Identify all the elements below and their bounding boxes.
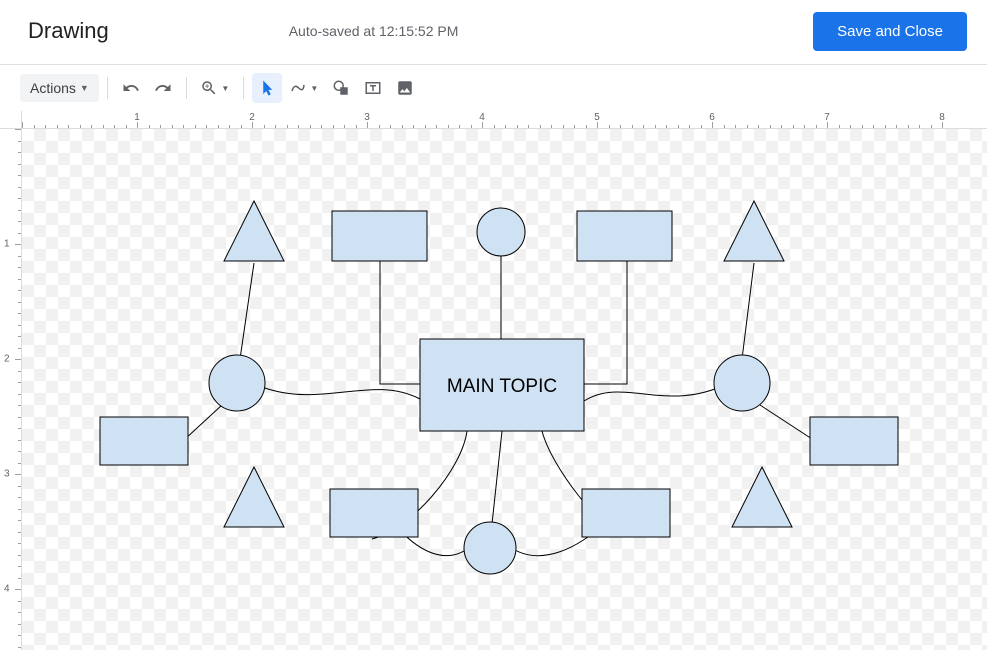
workspace: 1 2 3 4 <box>0 129 987 650</box>
ruler-v-label: 2 <box>4 354 10 365</box>
rect-shape[interactable] <box>100 417 188 465</box>
rect-shape[interactable] <box>577 211 672 261</box>
caret-down-icon: ▼ <box>80 83 89 93</box>
undo-icon <box>122 79 140 97</box>
rect-shape[interactable] <box>330 489 418 537</box>
ruler-horizontal: 1 2 3 4 5 6 7 8 <box>22 111 987 129</box>
textbox-tool-button[interactable] <box>358 73 388 103</box>
save-and-close-button[interactable]: Save and Close <box>813 12 967 51</box>
ruler-h-label: 6 <box>709 112 715 123</box>
caret-down-icon: ▼ <box>221 84 229 93</box>
textbox-icon <box>364 79 382 97</box>
rect-shape[interactable] <box>810 417 898 465</box>
ruler-h-label: 8 <box>939 112 945 123</box>
header: Drawing Auto-saved at 12:15:52 PM Save a… <box>0 0 987 65</box>
triangle-shape[interactable] <box>224 467 284 527</box>
ruler-h-label: 1 <box>134 112 140 123</box>
redo-icon <box>154 79 172 97</box>
ruler-horizontal-container: 1 2 3 4 5 6 7 8 <box>0 111 987 129</box>
shapes: MAIN TOPIC <box>100 201 898 574</box>
shape-icon <box>332 79 350 97</box>
triangle-shape[interactable] <box>224 201 284 261</box>
ruler-v-label: 3 <box>4 469 10 480</box>
image-tool-button[interactable] <box>390 73 420 103</box>
ruler-h-label: 4 <box>479 112 485 123</box>
ruler-h-label: 7 <box>824 112 830 123</box>
shape-tool-button[interactable] <box>326 73 356 103</box>
ruler-v-label: 4 <box>4 584 10 595</box>
autosave-status: Auto-saved at 12:15:52 PM <box>289 23 459 39</box>
ruler-vertical: 1 2 3 4 <box>0 129 22 650</box>
drawing-canvas[interactable]: MAIN TOPIC <box>22 129 987 650</box>
ruler-corner <box>0 111 22 129</box>
main-topic-label: MAIN TOPIC <box>447 376 557 397</box>
ruler-v-label: 1 <box>4 239 10 250</box>
ruler-h-label: 3 <box>364 112 370 123</box>
ruler-h-label: 5 <box>594 112 600 123</box>
undo-button[interactable] <box>116 73 146 103</box>
select-tool-button[interactable] <box>252 73 282 103</box>
diagram-svg: MAIN TOPIC <box>22 129 987 649</box>
rect-shape[interactable] <box>332 211 427 261</box>
line-tool-button[interactable]: ▼ <box>284 73 324 103</box>
actions-menu-button[interactable]: Actions ▼ <box>20 74 99 102</box>
caret-down-icon: ▼ <box>310 84 318 93</box>
redo-button[interactable] <box>148 73 178 103</box>
rect-shape[interactable] <box>582 489 670 537</box>
cursor-icon <box>258 79 276 97</box>
zoom-icon <box>200 79 218 97</box>
circle-shape[interactable] <box>464 522 516 574</box>
triangle-shape[interactable] <box>732 467 792 527</box>
circle-shape[interactable] <box>209 355 265 411</box>
line-icon <box>289 79 307 97</box>
actions-label: Actions <box>30 80 76 96</box>
divider <box>107 77 108 99</box>
zoom-button[interactable]: ▼ <box>195 73 235 103</box>
circle-shape[interactable] <box>477 208 525 256</box>
circle-shape[interactable] <box>714 355 770 411</box>
divider <box>186 77 187 99</box>
dialog-title: Drawing <box>28 18 109 44</box>
divider <box>243 77 244 99</box>
triangle-shape[interactable] <box>724 201 784 261</box>
ruler-h-label: 2 <box>249 112 255 123</box>
toolbar: Actions ▼ ▼ ▼ <box>0 65 987 111</box>
image-icon <box>396 79 414 97</box>
